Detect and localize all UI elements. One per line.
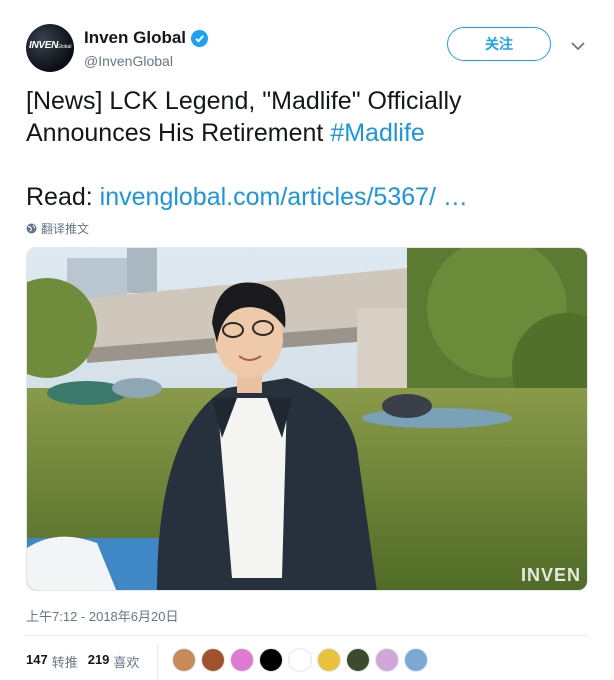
liker-avatar-5[interactable]: [288, 648, 312, 672]
like-label[interactable]: 喜欢: [113, 652, 139, 671]
photo-illustration: [27, 248, 587, 590]
avatar-logo-text: INVEN: [29, 40, 59, 51]
like-count[interactable]: 219: [88, 652, 110, 671]
read-label: Read:: [26, 183, 100, 211]
liker-avatar-6[interactable]: [317, 648, 341, 672]
liker-avatar-9[interactable]: [404, 648, 428, 672]
account-avatar[interactable]: INVEN Global: [26, 24, 74, 72]
hashtag-link[interactable]: #Madlife: [330, 119, 425, 147]
article-link[interactable]: invenglobal.com/articles/5367/ …: [100, 183, 468, 211]
liker-avatar-1[interactable]: [172, 648, 196, 672]
translate-label: 翻译推文: [41, 222, 90, 236]
liker-avatars: [172, 648, 433, 672]
globe-icon: [26, 223, 37, 234]
follow-button[interactable]: 关注: [447, 27, 551, 61]
liker-avatar-7[interactable]: [346, 648, 370, 672]
translate-tweet[interactable]: 翻译推文: [26, 220, 89, 237]
tweet-text: [News] LCK Legend, "Madlife" Officially …: [26, 85, 596, 213]
retweet-count[interactable]: 147: [26, 652, 48, 671]
liker-avatar-3[interactable]: [230, 648, 254, 672]
verified-badge-icon: [191, 29, 209, 47]
liker-avatar-8[interactable]: [375, 648, 399, 672]
stats-divider: [157, 644, 158, 680]
tweet-header: INVEN Global Inven Global @InvenGlobal 关…: [26, 24, 596, 76]
photo-watermark: INVEN: [520, 565, 581, 585]
liker-avatar-2[interactable]: [201, 648, 225, 672]
name-row: Inven Global: [84, 28, 209, 48]
avatar-logo-subtext: Global: [57, 44, 72, 50]
chevron-down-icon[interactable]: [570, 38, 586, 54]
retweet-label[interactable]: 转推: [52, 652, 78, 671]
liker-avatar-4[interactable]: [259, 648, 283, 672]
tweet-timestamp[interactable]: 上午7:12 - 2018年6月20日: [26, 606, 178, 625]
tweet-stats: 147 转推 219 喜欢: [26, 652, 149, 671]
divider: [26, 635, 588, 636]
tweet-photo[interactable]: INVEN: [26, 247, 588, 591]
tweet-line-2: Announces His Retirement #Madlife: [26, 117, 596, 149]
account-handle[interactable]: @InvenGlobal: [84, 53, 173, 69]
tweet-line-1: [News] LCK Legend, "Madlife" Officially: [26, 87, 462, 115]
tweet-line-2-text: Announces His Retirement: [26, 119, 331, 147]
display-name[interactable]: Inven Global: [84, 28, 186, 48]
tweet-line-3: Read: invenglobal.com/articles/5367/ …: [26, 181, 596, 213]
